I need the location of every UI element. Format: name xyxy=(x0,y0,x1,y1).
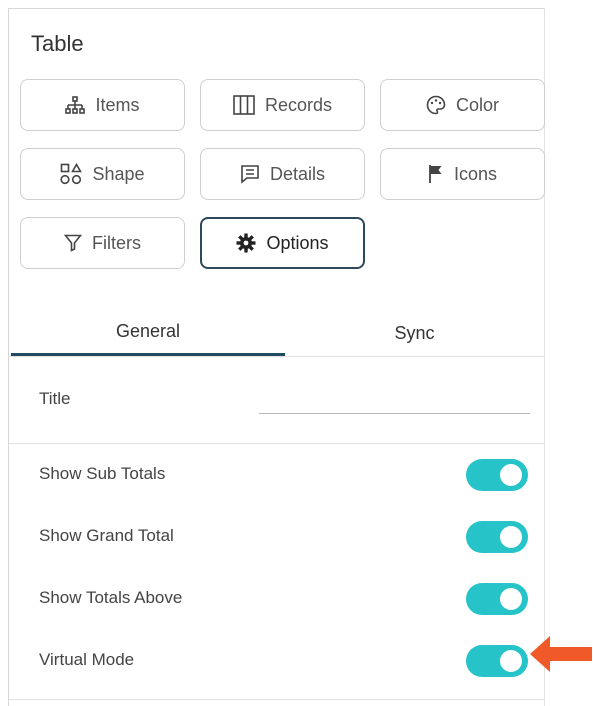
details-label: Details xyxy=(269,163,326,184)
columns-icon xyxy=(233,95,255,115)
tab-sync-label: Sync xyxy=(394,322,435,343)
toggle-knob xyxy=(500,588,522,610)
tab-general-label: General xyxy=(115,320,181,341)
tabs-divider xyxy=(9,356,544,357)
records-label: Records xyxy=(264,94,333,115)
color-button[interactable]: Color xyxy=(380,79,545,131)
flag-icon xyxy=(428,164,444,184)
virtual-mode-toggle[interactable] xyxy=(466,645,528,677)
records-button[interactable]: Records xyxy=(200,79,365,131)
show-totals-above-label: Show Totals Above xyxy=(39,588,183,607)
icons-label: Icons xyxy=(453,163,498,184)
toggle-knob xyxy=(500,526,522,548)
tab-sync[interactable]: Sync xyxy=(285,309,544,357)
icons-button[interactable]: Icons xyxy=(380,148,545,200)
title-input[interactable] xyxy=(259,379,530,414)
hierarchy-icon xyxy=(65,96,86,114)
items-button[interactable]: Items xyxy=(20,79,185,131)
table-settings-panel: Table Items Records Color Shape Details xyxy=(8,8,545,706)
shape-button[interactable]: Shape xyxy=(20,148,185,200)
palette-icon xyxy=(426,95,446,115)
toggle-knob xyxy=(500,650,522,672)
callout-arrow-icon xyxy=(530,636,592,677)
show-sub-totals-toggle[interactable] xyxy=(466,459,528,491)
title-label: Title xyxy=(39,389,71,408)
show-grand-total-toggle[interactable] xyxy=(466,521,528,553)
comment-icon xyxy=(240,164,260,184)
filter-icon xyxy=(64,234,82,252)
filters-label: Filters xyxy=(92,232,141,253)
bottom-divider xyxy=(9,699,544,700)
section-divider xyxy=(9,443,544,444)
tab-general[interactable]: General xyxy=(11,309,285,357)
show-sub-totals-label: Show Sub Totals xyxy=(39,464,166,483)
shapes-icon xyxy=(60,163,83,185)
details-button[interactable]: Details xyxy=(200,148,365,200)
show-grand-total-label: Show Grand Total xyxy=(39,526,174,545)
show-totals-above-toggle[interactable] xyxy=(466,583,528,615)
gear-icon xyxy=(236,233,256,253)
toggle-knob xyxy=(500,464,522,486)
virtual-mode-label: Virtual Mode xyxy=(39,650,135,669)
items-label: Items xyxy=(95,94,140,115)
options-label: Options xyxy=(266,232,329,253)
filters-button[interactable]: Filters xyxy=(20,217,185,269)
panel-title: Table xyxy=(31,31,84,56)
options-button[interactable]: Options xyxy=(200,217,365,269)
color-label: Color xyxy=(455,94,499,115)
shape-label: Shape xyxy=(92,163,145,184)
